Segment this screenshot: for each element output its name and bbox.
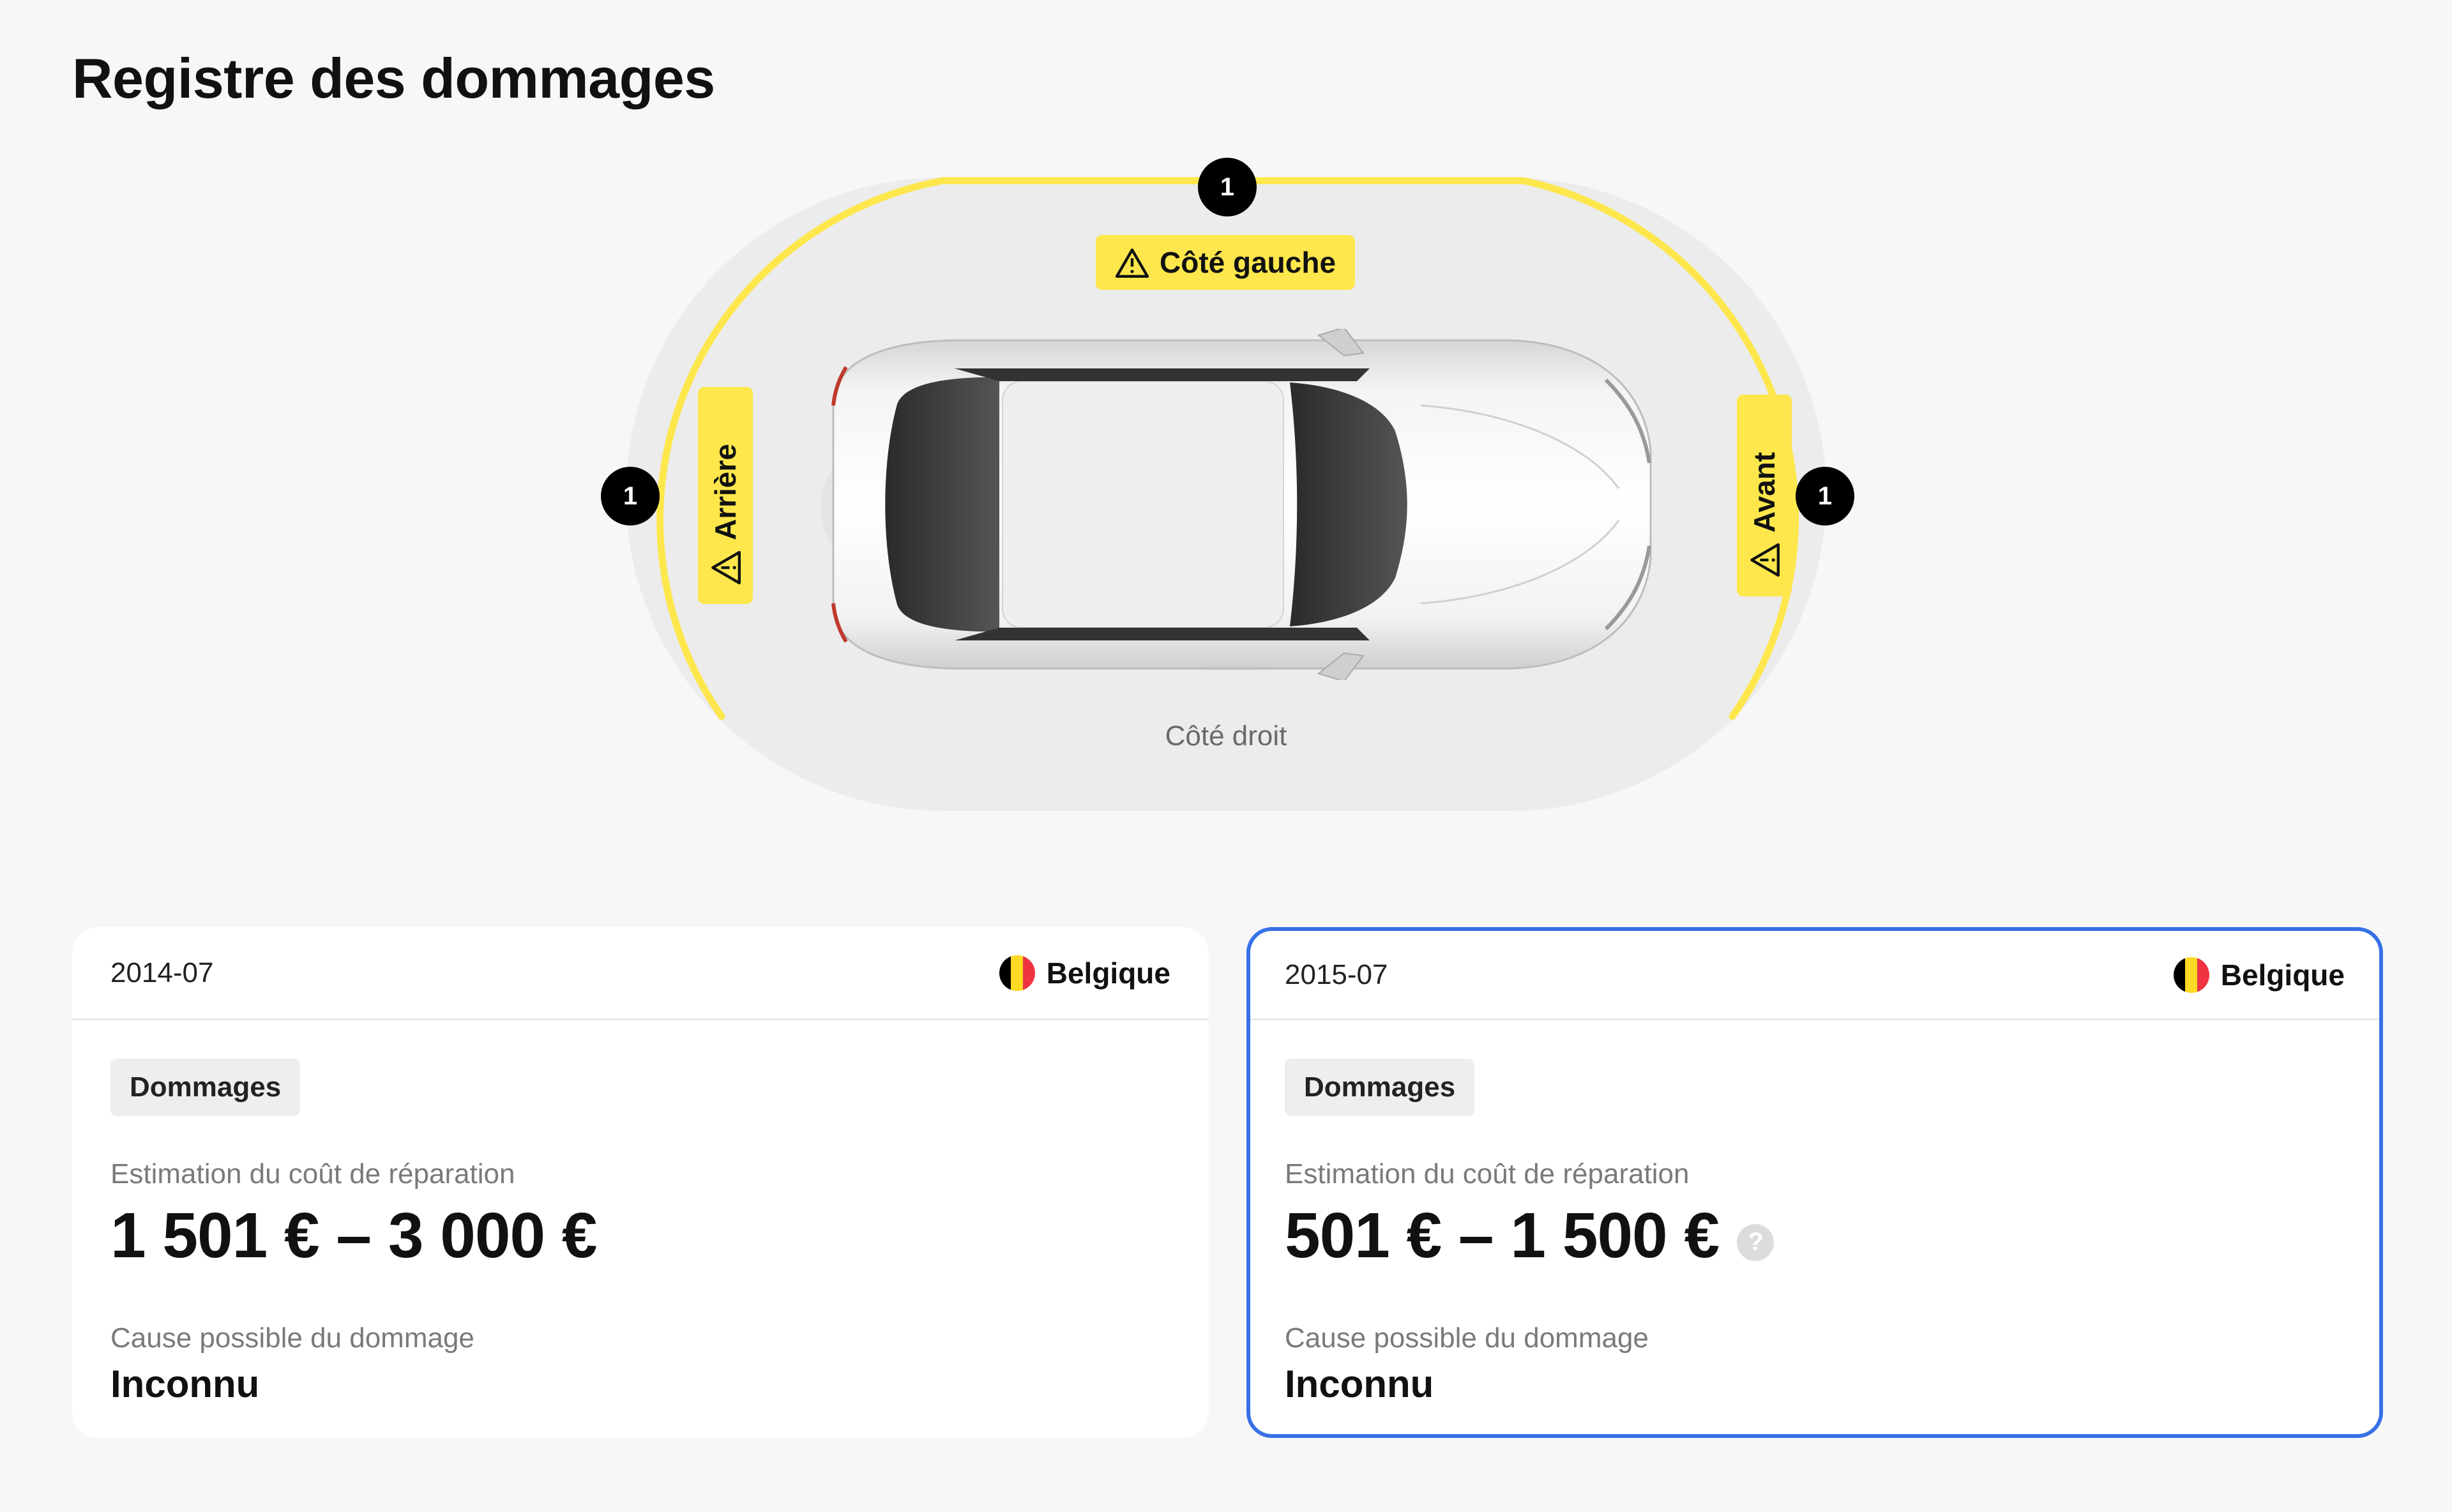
record-country: Belgique [999, 955, 1170, 991]
zone-tag-rear[interactable]: Arrière [698, 387, 753, 604]
zone-label-front: Avant [1748, 451, 1781, 533]
record-country: Belgique [2173, 956, 2345, 993]
warning-icon [1750, 543, 1780, 577]
zone-tag-front[interactable]: Avant [1737, 395, 1792, 596]
zone-tag-left-side[interactable]: Côté gauche [1096, 235, 1356, 290]
cause-value: Inconnu [1285, 1363, 1434, 1405]
cost-value: 501 € – 1 500 € ? [1285, 1199, 2345, 1273]
warning-icon [711, 550, 741, 585]
cause-value: Inconnu [110, 1363, 260, 1405]
cost-value: 1 501 € – 3 000 € [110, 1199, 1170, 1273]
damage-diagram: 1 Côté gauche 1 Arrière 1 Avant Côté dro… [0, 0, 2452, 849]
car-top-view-image [821, 329, 1652, 680]
left-side-damage-count[interactable]: 1 [1198, 158, 1257, 216]
card-header: 2015-07 Belgique [1250, 931, 2379, 1020]
cost-range: 1 501 € – 3 000 € [110, 1200, 597, 1271]
damage-tag: Dommages [1285, 1059, 1475, 1116]
cost-label: Estimation du coût de réparation [110, 1158, 515, 1190]
zone-label-right-side[interactable]: Côté droit [0, 720, 2452, 752]
warning-icon [1115, 248, 1149, 278]
country-name: Belgique [1046, 956, 1170, 990]
help-icon[interactable]: ? [1737, 1223, 1775, 1261]
record-date: 2014-07 [110, 956, 214, 988]
front-damage-count[interactable]: 1 [1796, 467, 1854, 525]
cost-range: 501 € – 1 500 € [1285, 1200, 1720, 1271]
cost-label: Estimation du coût de réparation [1285, 1158, 1690, 1190]
belgium-flag-icon [2173, 956, 2209, 993]
card-header: 2014-07 Belgique [72, 927, 1209, 1020]
damage-record-card[interactable]: 2014-07 Belgique Dommages Estimation du … [72, 927, 1209, 1438]
cause-label: Cause possible du dommage [1285, 1322, 1649, 1354]
belgium-flag-icon [999, 955, 1035, 991]
damage-record-card-selected[interactable]: 2015-07 Belgique Dommages Estimation du … [1246, 927, 2383, 1438]
rear-damage-count[interactable]: 1 [601, 467, 660, 525]
zone-label-rear: Arrière [709, 444, 742, 540]
damage-tag: Dommages [110, 1059, 301, 1116]
zone-label-left-side: Côté gauche [1160, 246, 1336, 279]
country-name: Belgique [2220, 958, 2345, 992]
cause-label: Cause possible du dommage [110, 1322, 474, 1354]
record-date: 2015-07 [1285, 958, 1388, 990]
